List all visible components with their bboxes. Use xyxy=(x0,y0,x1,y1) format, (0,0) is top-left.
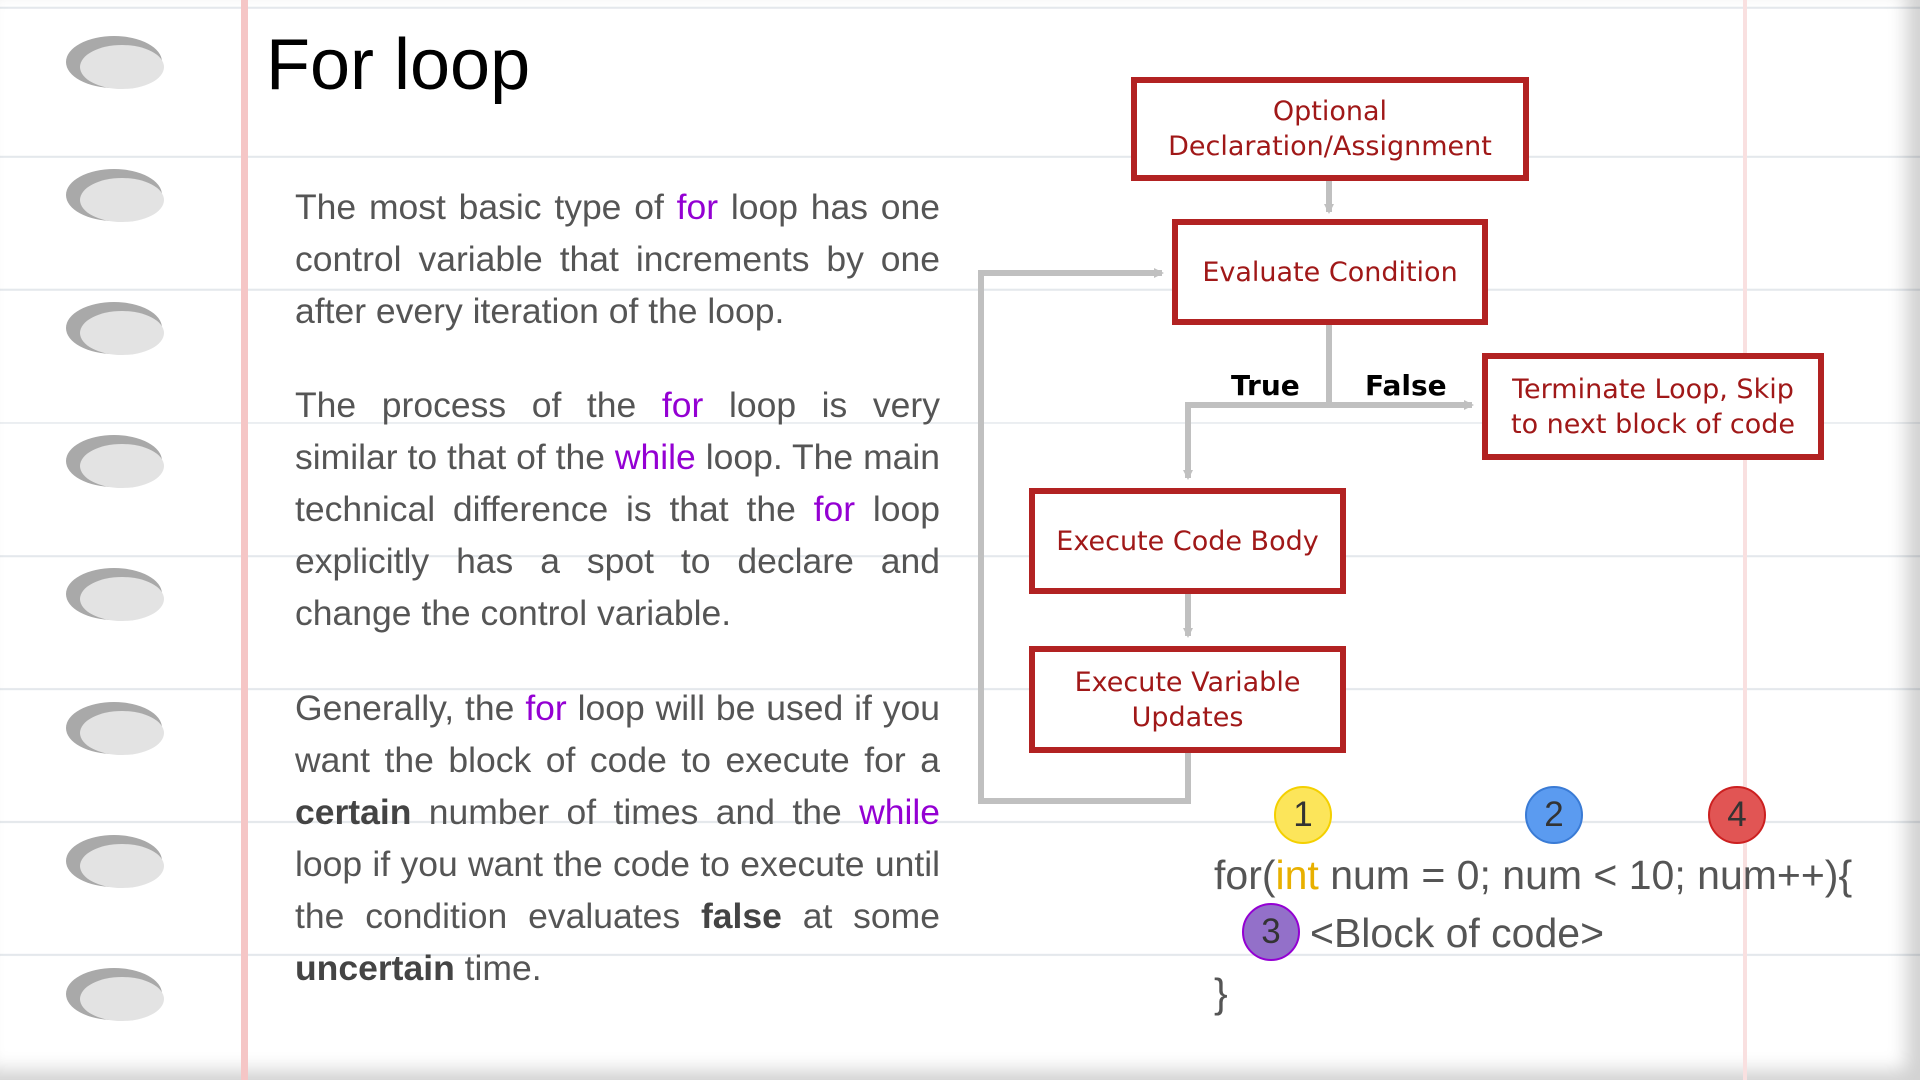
box-declaration-label: Optional Declaration/Assignment xyxy=(1168,96,1492,162)
badge-1: 1 xyxy=(1274,786,1332,844)
slide-canvas: For loop The most basic type of for loop… xyxy=(0,0,1920,1080)
label-false: False xyxy=(1365,369,1447,402)
box-body: Execute Code Body xyxy=(1029,488,1346,594)
badge-4: 4 xyxy=(1708,786,1766,844)
code-loop-header: num = 0; num < 10; num++){ xyxy=(1318,852,1853,898)
box-body-label: Execute Code Body xyxy=(1056,525,1319,557)
code-line-1: for(int num = 0; num < 10; num++){ xyxy=(1214,851,1852,899)
badge-2: 2 xyxy=(1525,786,1583,844)
box-declaration: Optional Declaration/Assignment xyxy=(1131,77,1529,181)
flowchart-connectors xyxy=(978,180,1474,804)
box-condition: Evaluate Condition xyxy=(1172,219,1488,325)
arrow-true-to-body xyxy=(1183,402,1329,480)
box-condition-label: Evaluate Condition xyxy=(1202,256,1458,288)
box-terminate: Terminate Loop, Skip to next block of co… xyxy=(1482,353,1824,460)
code-line-3: } xyxy=(1214,970,1228,1016)
box-updates-label: Execute Variable Updates xyxy=(1074,666,1301,733)
badge-3: 3 xyxy=(1242,903,1300,961)
box-terminate-label: Terminate Loop, Skip to next block of co… xyxy=(1510,373,1796,440)
code-int-keyword: int xyxy=(1275,852,1319,898)
box-updates: Execute Variable Updates xyxy=(1029,646,1346,753)
code-for: for( xyxy=(1214,852,1276,898)
code-line-2: <Block of code> xyxy=(1310,910,1605,956)
label-true: True xyxy=(1231,369,1300,402)
